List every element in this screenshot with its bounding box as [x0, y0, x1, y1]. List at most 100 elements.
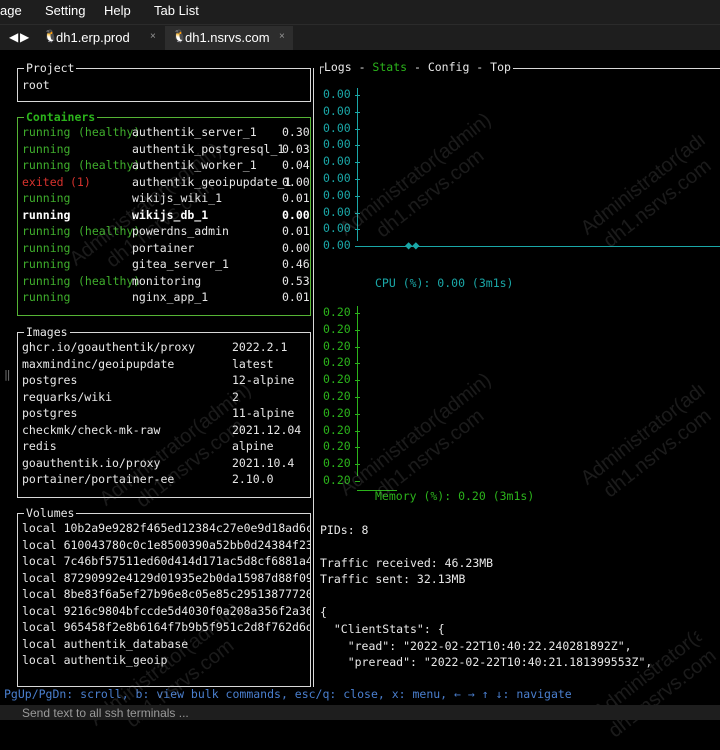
chart-y-tick — [355, 95, 360, 96]
menu-item-setting[interactable]: Setting — [45, 3, 85, 18]
image-tag: alpine — [232, 439, 274, 453]
terminal-area[interactable]: ‖ Project root Containers running (health… — [0, 50, 720, 742]
volume-row[interactable]: local 10b2a9e9282f465ed12384c27e0e9d18ad… — [22, 520, 310, 537]
chart-y-tick-label: 0.00 — [323, 221, 351, 236]
container-health: (healthy) — [78, 273, 141, 288]
container-state: running — [22, 191, 71, 205]
image-name: checkmk/check-mk-raw — [22, 422, 161, 437]
container-cpu: 0.03 — [282, 141, 310, 156]
chart-y-tick-label: 0.00 — [323, 204, 351, 219]
menu-item-tab-list[interactable]: Tab List — [154, 3, 199, 18]
container-row[interactable]: running (healthy) powerdns_admin 0.01 — [22, 223, 310, 240]
volume-driver: local — [22, 653, 57, 667]
image-row[interactable]: postgres 11-alpine — [22, 405, 310, 422]
tab-prev-arrow-icon[interactable]: ◀ — [9, 30, 18, 44]
chart-y-tick — [355, 464, 360, 466]
image-name: postgres — [22, 373, 78, 387]
container-row[interactable]: running (healthy) authentik_worker_1 0.04 — [22, 157, 310, 174]
tab-top[interactable]: Top — [490, 60, 511, 74]
volume-row[interactable]: local 87290992e4129d01935e2b0da15987d88f… — [22, 570, 310, 587]
container-row[interactable]: running portainer 0.00 — [22, 240, 310, 257]
container-cpu: 0.30 — [282, 125, 310, 139]
container-name: wikijs_db_1 — [132, 207, 209, 222]
tab-dh1-nsrvs-com[interactable]: 🐧 dh1.nsrvs.com × — [165, 26, 293, 50]
image-tag: 2021.10.4 — [232, 455, 295, 470]
container-name: gitea_server_1 — [132, 257, 229, 271]
project-value[interactable]: root — [22, 77, 50, 94]
chart-y-tick — [355, 481, 360, 482]
menu-item-page[interactable]: age — [0, 3, 22, 18]
chart-y-tick-label: 0.20 — [323, 422, 351, 437]
volume-driver: local — [22, 537, 57, 552]
image-row[interactable]: portainer/portainer-ee 2.10.0 — [22, 471, 310, 488]
tab-close-icon[interactable]: × — [150, 31, 156, 42]
container-row[interactable]: running nginx_app_1 0.01 — [22, 289, 310, 306]
container-state: running — [22, 125, 71, 139]
image-row[interactable]: postgres 12-alpine — [22, 372, 310, 389]
container-state: running — [22, 207, 71, 222]
container-row[interactable]: running (healthy) authentik_server_1 0.30 — [22, 124, 310, 141]
chart-y-tick — [355, 111, 360, 113]
image-row[interactable]: checkmk/check-mk-raw 2021.12.04 — [22, 422, 310, 439]
chart-y-tick-label: 0.20 — [323, 355, 351, 370]
tab-label: dh1.nsrvs.com — [185, 30, 270, 45]
tab-config[interactable]: Config — [428, 60, 470, 74]
volume-row[interactable]: local 610043780c0c1e8500390a52bb0d24384f… — [22, 537, 310, 554]
memory-caption: Memory (%): 0.20 (3m1s) — [375, 489, 535, 503]
image-row[interactable]: ghcr.io/goauthentik/proxy 2022.2.1 — [22, 339, 310, 356]
container-row[interactable]: exited (1) authentik_geoipupdate_1 0.00 — [22, 174, 310, 191]
volume-row[interactable]: local 965458f2e8b6164f7b9b5f951c2d8f762d… — [22, 619, 310, 636]
container-name: authentik_postgresql_1 — [132, 141, 285, 156]
volume-row[interactable]: local authentik_geoip — [22, 652, 167, 669]
volume-row[interactable]: local authentik_database — [22, 636, 188, 653]
container-cpu: 0.04 — [282, 158, 310, 172]
drag-handle-icon[interactable]: ‖ — [4, 368, 11, 381]
tab-close-icon[interactable]: × — [279, 31, 285, 42]
container-row[interactable]: running gitea_server_1 0.46 — [22, 256, 310, 273]
chart-y-tick-label: 0.00 — [323, 137, 351, 152]
image-row[interactable]: requarks/wiki 2 — [22, 389, 310, 406]
tab-separator: - — [351, 60, 373, 74]
chart-y-tick-label: 0.00 — [323, 238, 351, 253]
split-handle[interactable]: ‖ — [0, 50, 14, 705]
image-name: maxmindinc/geoipupdate — [22, 356, 175, 371]
image-row[interactable]: redis alpine — [22, 438, 310, 455]
menu-item-help[interactable]: Help — [104, 3, 131, 18]
container-state: running — [22, 141, 71, 156]
tab-stats[interactable]: Stats — [372, 60, 407, 74]
volume-row[interactable]: local 9216c9804bfccde5d4030f0a208a356f2a… — [22, 603, 310, 620]
container-row[interactable]: running wikijs_db_1 0.00 — [22, 207, 310, 224]
chart-y-tick-label: 0.00 — [323, 187, 351, 202]
containers-panel: Containers running (healthy) authentik_ser… — [17, 109, 311, 316]
tab-separator: - — [469, 60, 491, 74]
tab-dh1-erp-prod[interactable]: 🐧 dh1.erp.prod × — [36, 26, 164, 50]
container-row[interactable]: running authentik_postgresql_1 0.03 — [22, 141, 310, 158]
volume-row[interactable]: local 7c46bf57511ed60d414d171ac5d8cf6881… — [22, 553, 310, 570]
container-state: running — [22, 290, 71, 304]
volume-row[interactable]: local 8be83f6a5ef27b96e8c05e85c295138777… — [22, 586, 310, 603]
image-row[interactable]: maxmindinc/geoipupdate latest — [22, 356, 310, 373]
container-row[interactable]: running (healthy) monitoring 0.53 — [22, 273, 310, 290]
chart-y-tick-label: 0.20 — [323, 338, 351, 353]
broadcast-input-bar — [0, 705, 720, 720]
chart-y-tick — [355, 179, 360, 180]
container-name: monitoring — [132, 273, 202, 288]
tab-next-arrow-icon[interactable]: ▶ — [20, 30, 29, 44]
chart-y-tick — [355, 229, 360, 231]
broadcast-input[interactable] — [0, 705, 720, 720]
container-name: authentik_server_1 — [132, 125, 257, 139]
volume-name: 87290992e4129d01935e2b0da15987d88f0967d9 — [63, 570, 310, 585]
chart-y-tick — [355, 162, 360, 164]
chart-y-tick — [355, 212, 360, 214]
image-row[interactable]: goauthentik.io/proxy 2021.10.4 — [22, 455, 310, 472]
container-row[interactable]: running wikijs_wiki_1 0.01 — [22, 190, 310, 207]
container-name: authentik_geoipupdate_1 — [132, 174, 292, 189]
cpu-chart: 0.00 0.00 0.00 0.00 0.00 0.00 0.00 0.00 0.00 0.00… — [323, 87, 720, 288]
tab-logs[interactable]: Logs — [324, 60, 352, 74]
volume-driver: local — [22, 570, 57, 585]
